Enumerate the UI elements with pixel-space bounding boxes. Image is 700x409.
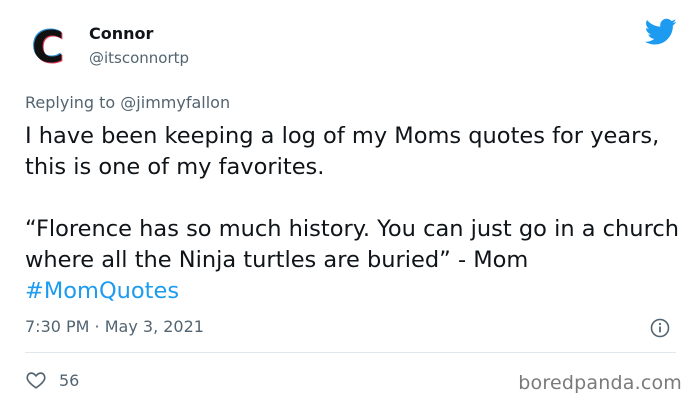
reply-context: Replying to @jimmyfallon <box>25 93 230 112</box>
tweet-quote: “Florence has so much history. You can j… <box>25 214 685 307</box>
tweet-date: May 3, 2021 <box>104 317 204 336</box>
author-handle[interactable]: @itsconnortp <box>89 49 189 67</box>
tweet-quote-text: “Florence has so much history. You can j… <box>25 216 679 273</box>
divider <box>25 352 676 353</box>
meta-separator: · <box>89 317 105 336</box>
author-name[interactable]: Connor <box>89 24 153 43</box>
tweet-timestamp[interactable]: 7:30 PM · May 3, 2021 <box>25 317 204 336</box>
tweet-line-1: I have been keeping a log of my Moms quo… <box>25 123 660 180</box>
reply-mention-link[interactable]: @jimmyfallon <box>120 93 230 112</box>
avatar[interactable]: C C C <box>25 23 73 71</box>
letter-c-logo-icon: C C C <box>31 23 65 71</box>
heart-icon <box>26 372 46 389</box>
watermark: boredpanda.com <box>518 372 682 394</box>
tweet-time: 7:30 PM <box>25 317 90 336</box>
tweet-text: I have been keeping a log of my Moms quo… <box>25 121 685 307</box>
like-button[interactable]: 56 <box>25 369 79 391</box>
hashtag-link[interactable]: #MomQuotes <box>25 278 179 304</box>
like-count: 56 <box>59 370 80 390</box>
info-icon[interactable] <box>650 318 670 338</box>
svg-text:C: C <box>32 23 64 71</box>
reply-prefix: Replying to <box>25 93 121 112</box>
twitter-bird-icon[interactable] <box>645 18 677 46</box>
